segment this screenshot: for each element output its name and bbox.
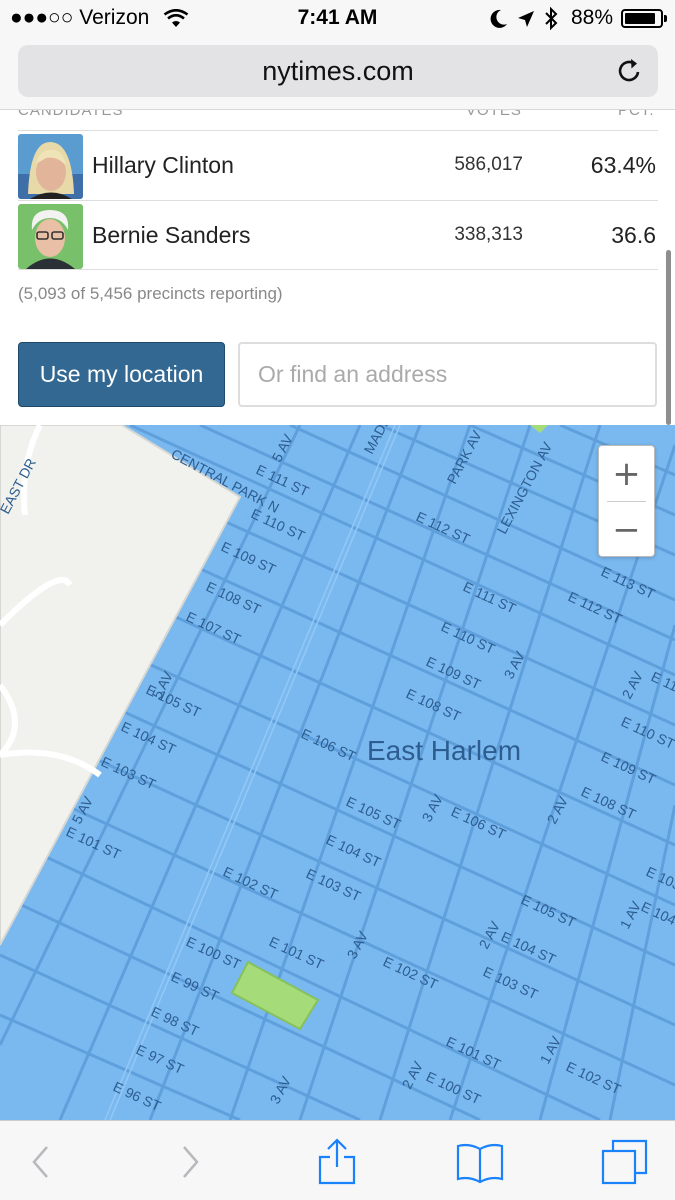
forward-icon[interactable] (165, 1137, 215, 1187)
status-bar: ●●●○○ Verizon 7:41 AM 88% (0, 0, 675, 38)
results-panel: CANDIDATES VOTES PCT. Hillary Clinton 58… (0, 110, 675, 425)
precincts-reporting: (5,093 of 5,456 precincts reporting) (18, 284, 283, 303)
tabs-icon[interactable] (600, 1137, 650, 1187)
candidate-pct: 63.4% (590, 152, 656, 178)
header-pct: PCT. (618, 110, 655, 119)
column-headers: CANDIDATES VOTES PCT. (18, 110, 658, 122)
reload-icon[interactable] (616, 57, 644, 85)
use-location-button[interactable]: Use my location (18, 342, 225, 407)
address-search-input[interactable] (238, 342, 657, 407)
zoom-in-button[interactable]: + (599, 446, 654, 501)
address-bar[interactable]: nytimes.com (18, 45, 658, 97)
header-candidates: CANDIDATES (18, 110, 124, 119)
battery-icon (621, 9, 667, 28)
results-map[interactable]: East Harlem E 111 ST E 110 ST E 109 ST E… (0, 425, 675, 1120)
zoom-out-button[interactable]: − (599, 502, 654, 557)
candidate-votes: 338,313 (454, 224, 523, 245)
moon-icon (490, 9, 507, 28)
candidate-name: Hillary Clinton (92, 152, 234, 178)
candidate-row: Bernie Sanders 338,313 36.6 (18, 200, 658, 270)
battery-percent: 88% (570, 6, 613, 29)
browser-toolbar (0, 1120, 675, 1200)
map-zoom-controls: + − (598, 445, 655, 557)
candidate-name: Bernie Sanders (92, 222, 251, 248)
candidate-photo (18, 134, 83, 199)
candidate-votes: 586,017 (454, 154, 523, 175)
header-votes: VOTES (466, 110, 522, 119)
location-arrow-icon (518, 11, 534, 27)
neighborhood-label: East Harlem (367, 735, 521, 766)
candidate-row: Hillary Clinton 586,017 63.4% (18, 130, 658, 200)
back-icon[interactable] (16, 1137, 66, 1187)
browser-chrome: nytimes.com (0, 38, 675, 110)
bluetooth-icon (545, 6, 558, 31)
url-text[interactable]: nytimes.com (18, 56, 658, 87)
battery-level (625, 13, 655, 24)
candidate-photo (18, 204, 83, 269)
page-scrollbar[interactable] (666, 250, 671, 425)
share-icon[interactable] (312, 1137, 362, 1187)
candidate-pct: 36.6 (611, 222, 656, 248)
bookmarks-icon[interactable] (455, 1137, 505, 1187)
map-canvas[interactable]: East Harlem E 111 ST E 110 ST E 109 ST E… (0, 425, 675, 1120)
